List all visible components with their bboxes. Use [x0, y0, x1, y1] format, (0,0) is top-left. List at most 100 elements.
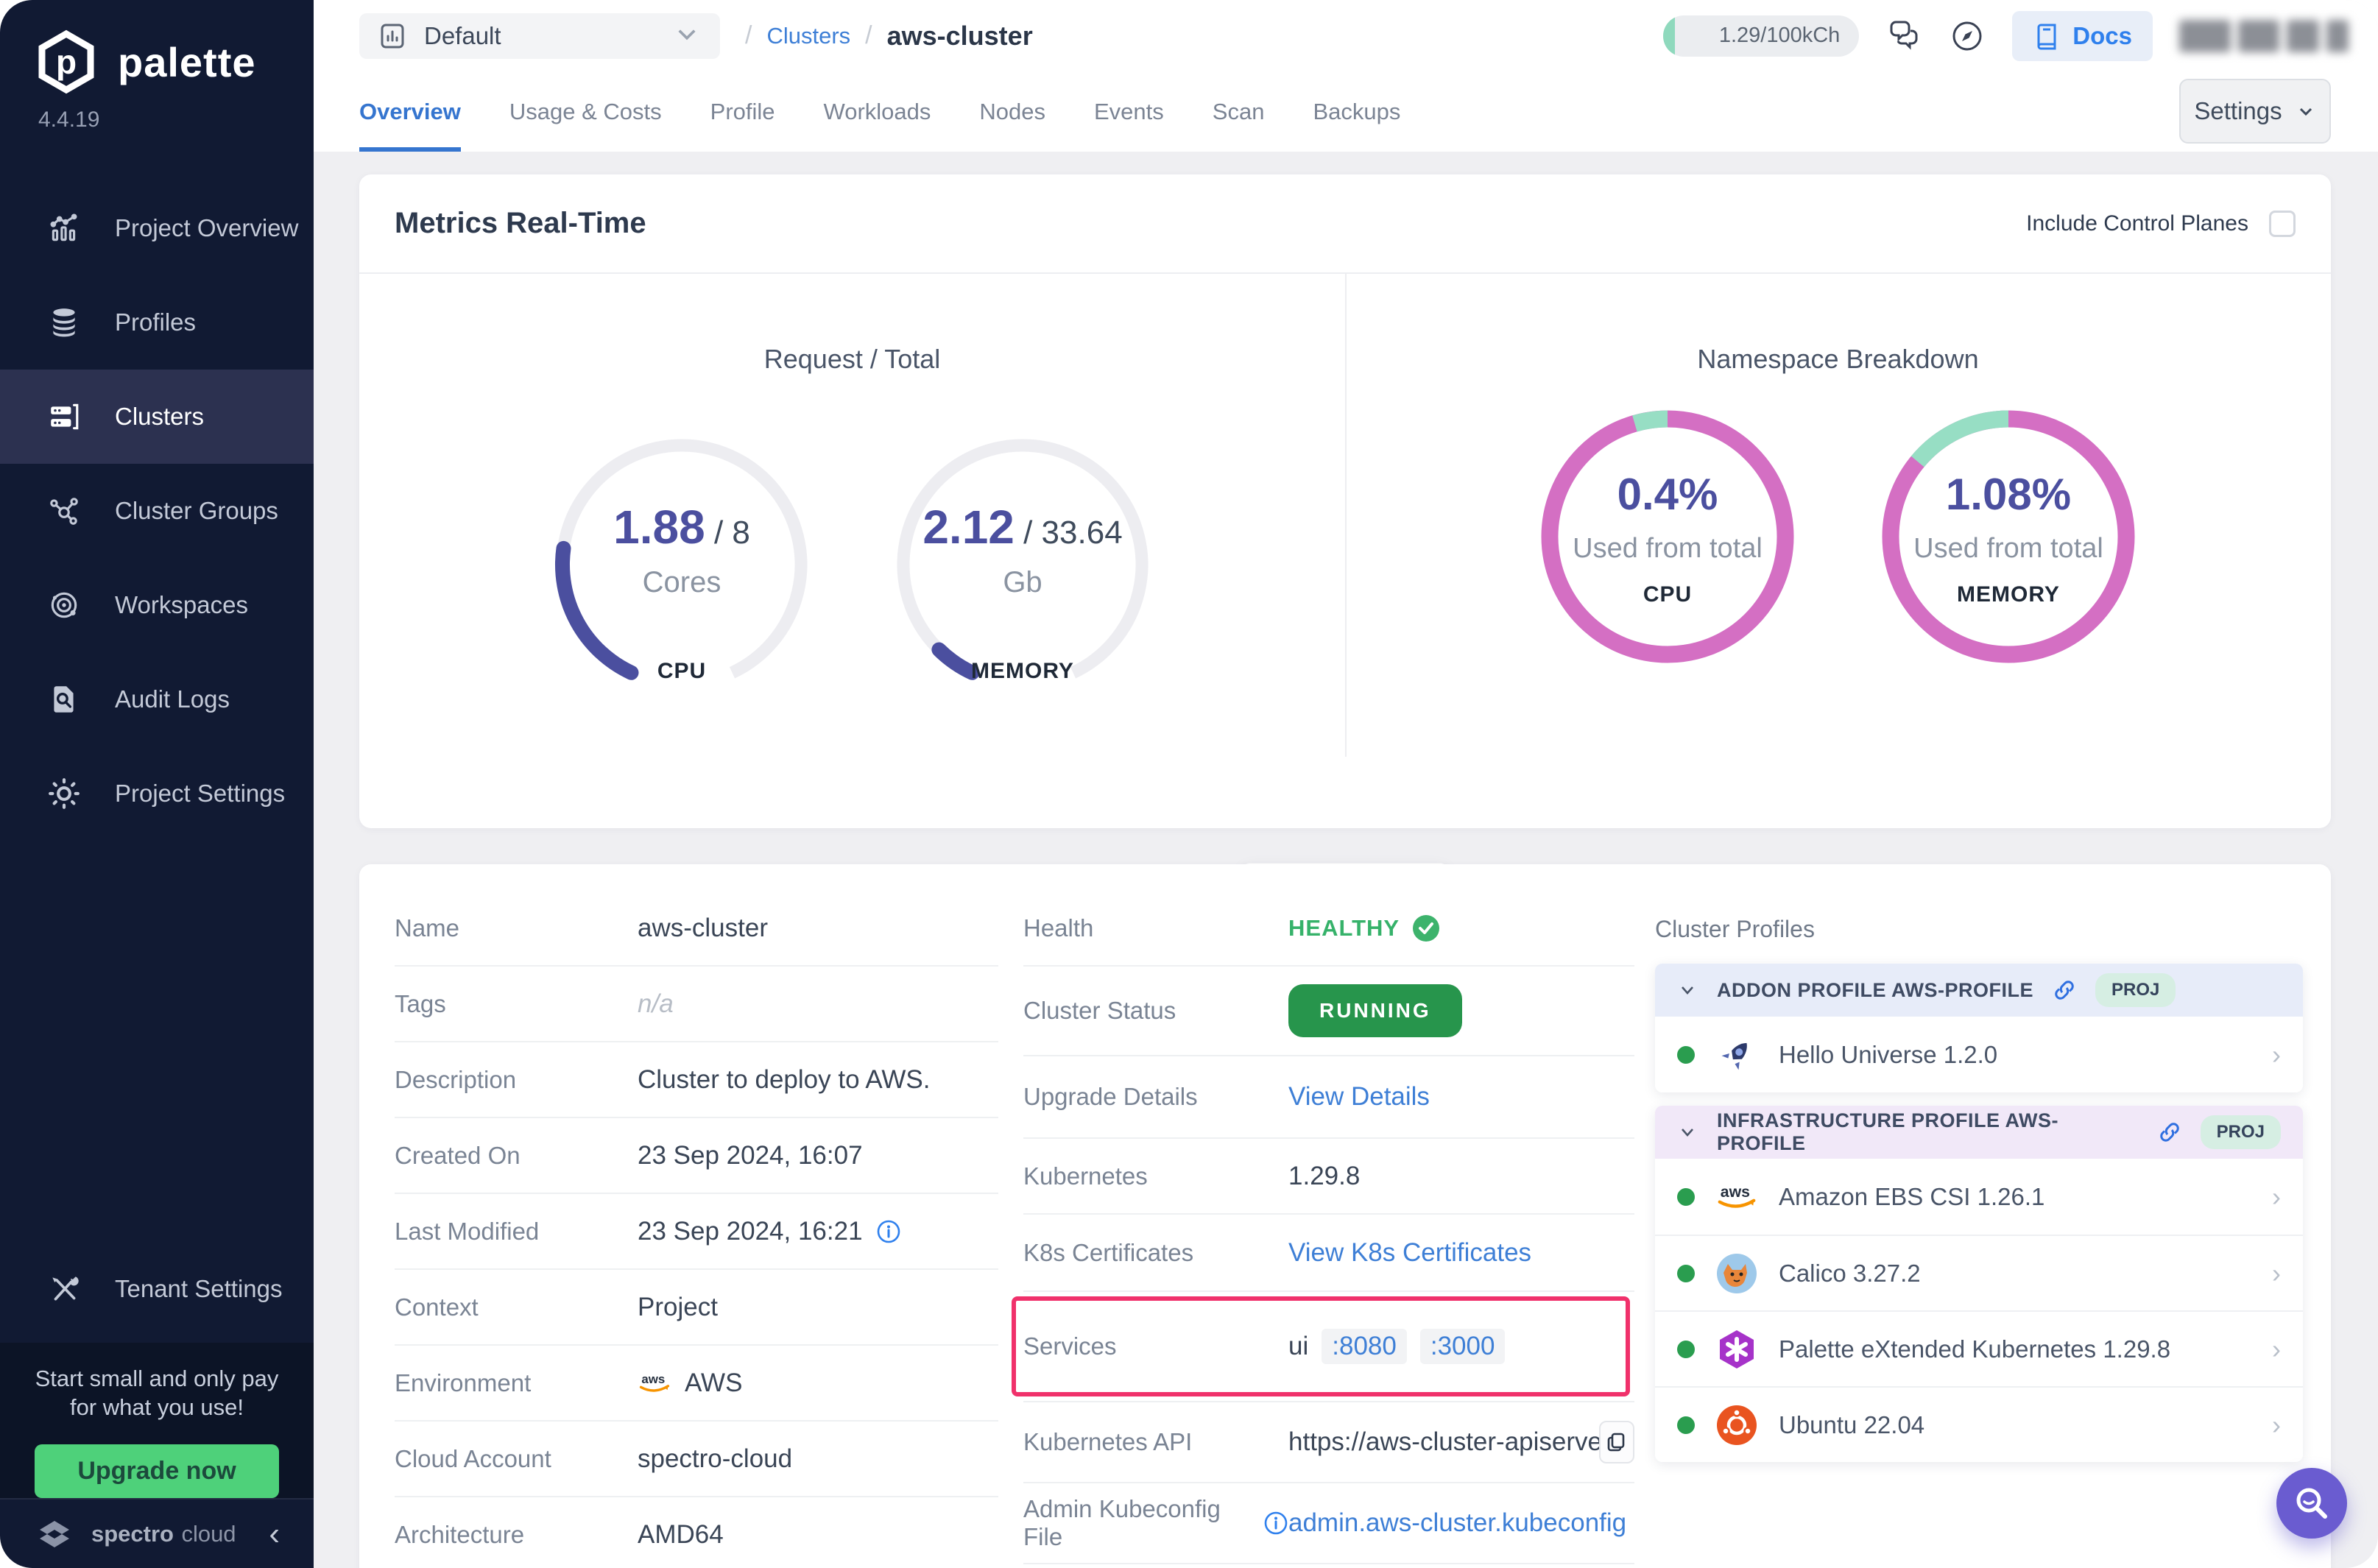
- addon-profile-section: ADDON PROFILE AWS-PROFILE PROJ Hello Uni…: [1655, 964, 2303, 1092]
- sidebar-nav: Project Overview Profiles Clusters Clust…: [0, 181, 314, 841]
- view-details-link[interactable]: View Details: [1288, 1082, 1430, 1112]
- proj-badge: PROJ: [2201, 1115, 2281, 1149]
- chevron-right-icon: ›: [2272, 1410, 2281, 1441]
- detail-row-architecture: Architecture AMD64: [395, 1497, 998, 1568]
- chevron-right-icon: ›: [2272, 1039, 2281, 1070]
- profile-row-amazon-ebs-csi[interactable]: aws Amazon EBS CSI 1.26.1 ›: [1655, 1159, 2303, 1235]
- profile-row-hello-universe[interactable]: Hello Universe 1.2.0 ›: [1655, 1017, 2303, 1092]
- docs-button[interactable]: Docs: [2012, 11, 2153, 61]
- link-icon[interactable]: [2158, 1120, 2181, 1144]
- tab-usage-costs[interactable]: Usage & Costs: [509, 99, 662, 152]
- tools-icon: [47, 1272, 81, 1306]
- profile-row-ubuntu[interactable]: Ubuntu 22.04 ›: [1655, 1386, 2303, 1462]
- link-icon[interactable]: [2053, 978, 2076, 1002]
- svg-text:aws: aws: [1721, 1183, 1750, 1201]
- status-dot: [1677, 1265, 1695, 1282]
- upgrade-now-button[interactable]: Upgrade now: [35, 1444, 278, 1498]
- chat-icon[interactable]: [1885, 18, 1922, 54]
- copy-api-url-button[interactable]: [1599, 1421, 1634, 1463]
- aws-logo-icon: aws: [1715, 1176, 1758, 1218]
- detail-row-cluster-status: Cluster Status RUNNING: [1023, 967, 1634, 1056]
- sidebar-item-project-settings[interactable]: Project Settings: [0, 746, 314, 841]
- chevron-right-icon: ›: [2272, 1258, 2281, 1289]
- orbit-icon: [47, 588, 81, 622]
- app-version: 4.4.19: [0, 107, 314, 133]
- profile-row-calico[interactable]: Calico 3.27.2 ›: [1655, 1235, 2303, 1310]
- details-left-column: Name aws-cluster Tags n/a Description Cl…: [395, 891, 998, 1568]
- sidebar-item-audit-logs[interactable]: Audit Logs: [0, 652, 314, 746]
- cluster-profiles-panel: Cluster Profiles ADDON PROFILE AWS-PROFI…: [1655, 891, 2303, 1568]
- sidebar-item-label: Project Overview: [115, 214, 298, 242]
- profile-row-palette-extended-kubernetes[interactable]: Palette eXtended Kubernetes 1.29.8 ›: [1655, 1310, 2303, 1386]
- settings-button[interactable]: Settings: [2179, 79, 2331, 144]
- tab-workloads[interactable]: Workloads: [824, 99, 931, 152]
- namespace-memory-ring: 1.08% Used from total MEMORY: [1854, 382, 2163, 691]
- metrics-title: Metrics Real-Time: [395, 207, 646, 240]
- palette-logo-icon: p: [34, 29, 99, 94]
- palette-app: p palette 4.4.19 Project Overview Profil…: [0, 0, 2378, 1568]
- sidebar-item-label: Clusters: [115, 403, 204, 431]
- promo-text: Start small and only pay for what you us…: [0, 1365, 314, 1422]
- namespace-breakdown-title: Namespace Breakdown: [1345, 344, 2331, 375]
- sidebar-item-cluster-groups[interactable]: Cluster Groups: [0, 464, 314, 558]
- request-total-title: Request / Total: [359, 344, 1345, 375]
- palette-logo[interactable]: p palette: [0, 0, 314, 94]
- kubeconfig-download-link[interactable]: admin.aws-cluster.kubeconfig: [1288, 1508, 1626, 1538]
- project-selector[interactable]: Default: [359, 13, 720, 59]
- sidebar-collapse-chevron-icon[interactable]: ‹: [269, 1518, 280, 1550]
- info-icon[interactable]: [876, 1219, 901, 1244]
- pxk-hexagon-icon: [1715, 1328, 1758, 1371]
- tab-events[interactable]: Events: [1094, 99, 1164, 152]
- view-k8s-certificates-link[interactable]: View K8s Certificates: [1288, 1238, 1531, 1268]
- sidebar-item-workspaces[interactable]: Workspaces: [0, 558, 314, 652]
- compass-icon[interactable]: [1949, 18, 1986, 54]
- ubuntu-icon: [1715, 1404, 1758, 1447]
- breadcrumb-clusters-link[interactable]: Clusters: [766, 23, 850, 49]
- gear-icon: [47, 777, 81, 811]
- detail-row-admin-kubeconfig: Admin Kubeconfig File admin.aws-cluster.…: [1023, 1483, 1634, 1564]
- tab-scan[interactable]: Scan: [1213, 99, 1265, 152]
- running-status-pill: RUNNING: [1288, 984, 1462, 1037]
- tab-overview[interactable]: Overview: [359, 99, 461, 152]
- detail-row-cloud-account: Cloud Account spectro-cloud: [395, 1422, 998, 1497]
- metrics-body: Request / Total 1.88 / 8 Cores CPU 2.12 …: [359, 274, 2331, 827]
- main-area: Default / Clusters / aws-cluster 1.29/10…: [314, 0, 2378, 1568]
- check-circle-icon: [1411, 914, 1441, 943]
- detail-row-last-modified: Last Modified 23 Sep 2024, 16:21: [395, 1194, 998, 1270]
- chart-box-icon: [378, 22, 406, 50]
- addon-profile-header[interactable]: ADDON PROFILE AWS-PROFILE PROJ: [1655, 964, 2303, 1017]
- service-port-3000-link[interactable]: :3000: [1420, 1329, 1506, 1364]
- sidebar: p palette 4.4.19 Project Overview Profil…: [0, 0, 314, 1568]
- top-bar: Default / Clusters / aws-cluster 1.29/10…: [314, 0, 2378, 71]
- tab-profile[interactable]: Profile: [710, 99, 775, 152]
- infrastructure-profile-header[interactable]: INFRASTRUCTURE PROFILE AWS-PROFILE PROJ: [1655, 1106, 2303, 1159]
- service-port-8080-link[interactable]: :8080: [1322, 1329, 1407, 1364]
- tab-nodes[interactable]: Nodes: [979, 99, 1045, 152]
- credits-usage-pill[interactable]: 1.29/100kCh: [1663, 15, 1859, 57]
- detail-row-kubernetes-api: Kubernetes API https://aws-cluster-apise…: [1023, 1402, 1634, 1483]
- sidebar-item-clusters[interactable]: Clusters: [0, 370, 314, 464]
- sidebar-item-project-overview[interactable]: Project Overview: [0, 181, 314, 275]
- details-right-column: Health HEALTHY Cluster Status RUNNING Up…: [1023, 891, 1634, 1568]
- magnifier-smile-icon: [2293, 1484, 2331, 1522]
- cluster-profiles-title: Cluster Profiles: [1655, 916, 2303, 943]
- calico-icon: [1715, 1252, 1758, 1295]
- svg-text:aws: aws: [641, 1372, 665, 1386]
- user-menu[interactable]: [2179, 20, 2349, 52]
- sidebar-item-label: Tenant Settings: [115, 1275, 283, 1303]
- metrics-card: Metrics Real-Time Include Control Planes…: [359, 174, 2331, 828]
- include-control-planes-checkbox[interactable]: [2269, 211, 2296, 237]
- support-search-button[interactable]: [2276, 1468, 2347, 1539]
- tab-backups[interactable]: Backups: [1313, 99, 1400, 152]
- cluster-tabs: Overview Usage & Costs Profile Workloads…: [314, 71, 2378, 152]
- sidebar-item-profiles[interactable]: Profiles: [0, 275, 314, 370]
- chevron-down-icon: [1677, 1122, 1698, 1143]
- chevron-right-icon: ›: [2272, 1182, 2281, 1212]
- sidebar-item-label: Workspaces: [115, 591, 248, 619]
- status-dot: [1677, 1416, 1695, 1434]
- network-nodes-icon: [47, 494, 81, 528]
- layers-icon: [47, 306, 81, 339]
- book-icon: [2033, 22, 2061, 50]
- sidebar-item-tenant-settings[interactable]: Tenant Settings: [0, 1242, 314, 1336]
- info-icon[interactable]: [1263, 1511, 1288, 1536]
